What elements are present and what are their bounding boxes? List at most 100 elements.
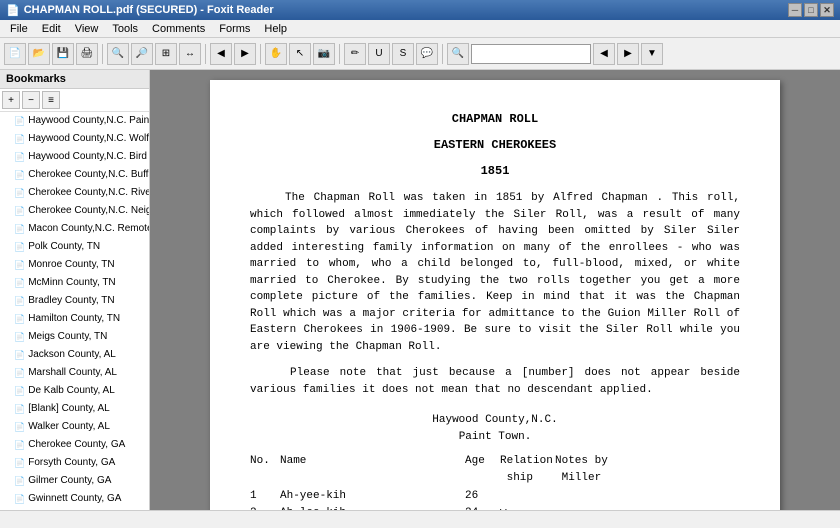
bookmark-label: Monroe County, TN	[28, 258, 114, 272]
cell-age: 26	[465, 488, 500, 505]
bookmark-item-1[interactable]: 📄Haywood County,N.C. Wolf Tow	[0, 130, 149, 148]
bookmark-item-9[interactable]: 📄McMinn County, TN	[0, 274, 149, 292]
fit-page-button[interactable]: ⊞	[155, 43, 177, 65]
bookmark-item-14[interactable]: 📄Marshall County, AL	[0, 364, 149, 382]
bookmark-icon: 📄	[14, 313, 25, 326]
bookmark-item-16[interactable]: 📄[Blank] County, AL	[0, 400, 149, 418]
fit-width-button[interactable]: ↔	[179, 43, 201, 65]
bookmark-icon: 📄	[14, 475, 25, 488]
sep3	[260, 44, 261, 64]
bookmark-item-15[interactable]: 📄De Kalb County, AL	[0, 382, 149, 400]
menu-file[interactable]: File	[4, 21, 34, 37]
cell-age: 24	[465, 505, 500, 511]
save-button[interactable]: 💾	[52, 43, 74, 65]
zoom-in-button[interactable]: 🔍	[107, 43, 129, 65]
bookmark-label: Cherokee County,N.C. River Val	[28, 186, 149, 200]
bookmark-item-8[interactable]: 📄Monroe County, TN	[0, 256, 149, 274]
menu-bar: File Edit View Tools Comments Forms Help	[0, 20, 840, 38]
menu-help[interactable]: Help	[258, 21, 293, 37]
title-bar-left: 📄 CHAPMAN ROLL.pdf (SECURED) - Foxit Rea…	[6, 4, 274, 17]
cell-no: 1	[250, 488, 280, 505]
bookmark-item-3[interactable]: 📄Cherokee County,N.C. Buffalo T	[0, 166, 149, 184]
bookmark-label: Haywood County,N.C. Bird Tow	[28, 150, 149, 164]
bookmark-icon: 📄	[14, 421, 25, 434]
table-rows: 1Ah-yee-kih262Ah-lee-kih24w3Wah-suh5d4So…	[250, 488, 740, 510]
close-button[interactable]: ✕	[820, 3, 834, 17]
app-icon: 📄	[6, 4, 20, 17]
bookmarks-expand-button[interactable]: +	[2, 91, 20, 109]
next-page-button[interactable]: ▶	[234, 43, 256, 65]
doc-year: 1851	[250, 162, 740, 180]
bookmark-item-11[interactable]: 📄Hamilton County, TN	[0, 310, 149, 328]
bookmarks-toolbar: + − ≡	[0, 89, 149, 112]
window-title: CHAPMAN ROLL.pdf (SECURED) - Foxit Reade…	[24, 4, 274, 16]
bookmark-label: Jackson County, AL	[28, 348, 116, 362]
location-header: Haywood County,N.C.	[250, 412, 740, 429]
search-prev-button[interactable]: ◀	[593, 43, 615, 65]
bookmark-item-0[interactable]: 📄Haywood County,N.C. Paint Town	[0, 112, 149, 130]
col-name-header: Name	[280, 453, 465, 486]
menu-view[interactable]: View	[69, 21, 105, 37]
menu-forms[interactable]: Forms	[213, 21, 256, 37]
bookmark-item-2[interactable]: 📄Haywood County,N.C. Bird Tow	[0, 148, 149, 166]
bookmark-label: Gwinnett County, GA	[28, 492, 121, 506]
bookmarks-list: 📄Haywood County,N.C. Paint Town📄Haywood …	[0, 112, 149, 510]
menu-comments[interactable]: Comments	[146, 21, 211, 37]
bookmarks-options-button[interactable]: ≡	[42, 91, 60, 109]
bookmark-item-4[interactable]: 📄Cherokee County,N.C. River Val	[0, 184, 149, 202]
bookmark-item-13[interactable]: 📄Jackson County, AL	[0, 346, 149, 364]
underline-button[interactable]: U	[368, 43, 390, 65]
select-button[interactable]: ↖	[289, 43, 311, 65]
bookmark-item-10[interactable]: 📄Bradley County, TN	[0, 292, 149, 310]
bookmark-label: Marshall County, AL	[28, 366, 117, 380]
bookmark-icon: 📄	[14, 187, 25, 200]
strikethrough-button[interactable]: S	[392, 43, 414, 65]
sep2	[205, 44, 206, 64]
maximize-button[interactable]: □	[804, 3, 818, 17]
bookmarks-collapse-button[interactable]: −	[22, 91, 40, 109]
bookmark-label: Macon County,N.C. Remote Part	[28, 222, 149, 236]
print-button[interactable]: 🖨	[76, 43, 98, 65]
hand-tool-button[interactable]: ✋	[265, 43, 287, 65]
main-layout: Bookmarks + − ≡ 📄Haywood County,N.C. Pai…	[0, 70, 840, 510]
search-next-button[interactable]: ▶	[617, 43, 639, 65]
cell-relation	[500, 488, 555, 505]
bookmark-item-17[interactable]: 📄Walker County, AL	[0, 418, 149, 436]
search-input[interactable]	[471, 44, 591, 64]
cell-no: 2	[250, 505, 280, 511]
zoom-out-button[interactable]: 🔎	[131, 43, 153, 65]
bookmark-icon: 📄	[14, 367, 25, 380]
bookmark-item-20[interactable]: 📄Gilmer County, GA	[0, 472, 149, 490]
doc-note: Please note that just because a [number]…	[250, 365, 740, 398]
bookmark-icon: 📄	[14, 151, 25, 164]
open-button[interactable]: 📂	[28, 43, 50, 65]
bookmark-item-7[interactable]: 📄Polk County, TN	[0, 238, 149, 256]
cell-notes	[555, 505, 635, 511]
bookmark-label: Cherokee County,N.C. Buffalo T	[28, 168, 149, 182]
bookmark-item-19[interactable]: 📄Forsyth County, GA	[0, 454, 149, 472]
highlight-button[interactable]: ✏	[344, 43, 366, 65]
prev-page-button[interactable]: ◀	[210, 43, 232, 65]
bookmark-label: Walker County, AL	[28, 420, 110, 434]
bookmark-item-21[interactable]: 📄Gwinnett County, GA	[0, 490, 149, 508]
bookmark-item-6[interactable]: 📄Macon County,N.C. Remote Part	[0, 220, 149, 238]
location-sub: Paint Town.	[250, 429, 740, 446]
menu-edit[interactable]: Edit	[36, 21, 67, 37]
bookmark-item-5[interactable]: 📄Cherokee County,N.C. Neighbor	[0, 202, 149, 220]
new-button[interactable]: 📄	[4, 43, 26, 65]
bookmark-item-18[interactable]: 📄Cherokee County, GA	[0, 436, 149, 454]
bookmark-label: De Kalb County, AL	[28, 384, 115, 398]
title-bar: 📄 CHAPMAN ROLL.pdf (SECURED) - Foxit Rea…	[0, 0, 840, 20]
document-viewer[interactable]: DUNIGAN CHAPMAN ROLL EASTERN CHEROKEES 1…	[150, 70, 840, 510]
bookmark-item-22[interactable]: 📄Murray County, GA	[0, 508, 149, 510]
minimize-button[interactable]: ─	[788, 3, 802, 17]
bookmark-label: Haywood County,N.C. Wolf Tow	[28, 132, 149, 146]
sep1	[102, 44, 103, 64]
search-options-button[interactable]: ▼	[641, 43, 663, 65]
search-icon-btn[interactable]: 🔍	[447, 43, 469, 65]
snapshot-button[interactable]: 📷	[313, 43, 335, 65]
comment-button[interactable]: 💬	[416, 43, 438, 65]
menu-tools[interactable]: Tools	[106, 21, 144, 37]
bookmark-item-12[interactable]: 📄Meigs County, TN	[0, 328, 149, 346]
table-row: 1Ah-yee-kih26	[250, 488, 740, 505]
